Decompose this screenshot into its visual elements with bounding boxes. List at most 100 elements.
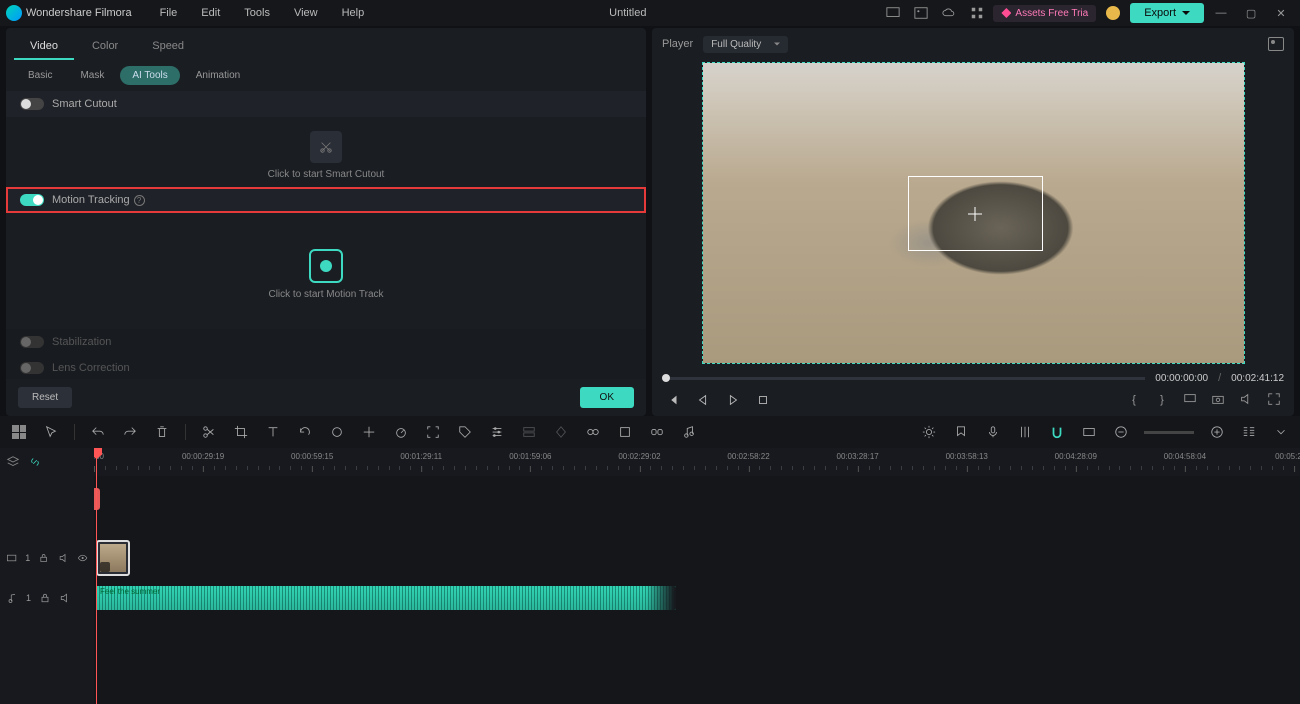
timeline-body[interactable]: 00:0000:00:29:1900:00:59:1500:01:29:1100… [94,448,1300,704]
audio-track-row[interactable]: Feel the summer [94,578,1300,618]
mixer-icon[interactable] [1016,423,1034,441]
group-icon[interactable] [584,423,602,441]
music-icon[interactable] [680,423,698,441]
text-icon[interactable] [264,423,282,441]
maximize-button[interactable]: ▢ [1238,7,1264,20]
motion-tracking-toggle[interactable] [20,194,44,206]
camera-icon[interactable] [1208,392,1228,409]
chain-icon[interactable] [648,423,666,441]
preview-viewport[interactable] [702,62,1245,364]
lens-correction-toggle[interactable] [20,362,44,374]
subtab-mask[interactable]: Mask [68,66,116,85]
pointer-tool-icon[interactable] [42,423,60,441]
smart-cutout-label: Smart Cutout [52,98,117,110]
smart-cutout-row: Smart Cutout [6,91,646,117]
color-icon[interactable] [328,423,346,441]
screen-icon[interactable] [881,4,905,22]
ruler-tick: 00:04:58:04 [1164,452,1206,461]
eye-icon[interactable] [77,552,88,564]
link-icon[interactable] [28,455,42,469]
menu-view[interactable]: View [284,7,328,19]
zoom-out-icon[interactable] [1112,423,1130,441]
stop-button[interactable] [752,390,774,410]
menu-edit[interactable]: Edit [191,7,230,19]
zoom-in-icon[interactable] [1208,423,1226,441]
mark-in-button[interactable]: { [1124,394,1144,406]
split-icon[interactable] [200,423,218,441]
mark-out-button[interactable]: } [1152,394,1172,406]
fullscreen-icon[interactable] [1264,392,1284,409]
mute-icon[interactable] [58,552,69,564]
redo-icon[interactable] [121,423,139,441]
layers-icon[interactable] [6,455,20,469]
undo-icon[interactable] [89,423,107,441]
tag-icon[interactable] [456,423,474,441]
frame-icon[interactable] [1080,423,1098,441]
reset-button[interactable]: Reset [18,387,72,408]
mute-icon[interactable] [59,592,71,604]
render-icon[interactable] [616,423,634,441]
minimize-button[interactable]: — [1208,7,1234,19]
smart-cutout-start[interactable]: Click to start Smart Cutout [6,123,646,187]
help-icon[interactable]: ? [134,195,145,206]
prev-frame-button[interactable] [662,390,684,410]
menu-file[interactable]: File [150,7,188,19]
motion-track-start[interactable]: Click to start Motion Track [6,219,646,329]
timeline-ruler[interactable]: 00:0000:00:29:1900:00:59:1500:01:29:1100… [94,448,1300,476]
focus-icon[interactable] [424,423,442,441]
apps-icon[interactable] [965,4,989,22]
video-clip[interactable] [96,540,130,576]
delete-icon[interactable] [153,423,171,441]
tab-video[interactable]: Video [14,34,74,60]
motion-track-box[interactable] [908,176,1043,251]
play-button[interactable] [722,390,744,410]
rotate-icon[interactable] [296,423,314,441]
snapshot-icon[interactable] [1268,37,1284,51]
quality-select[interactable]: Full Quality [703,36,788,53]
scrub-handle[interactable] [662,374,670,382]
adjust-icon[interactable] [488,423,506,441]
ok-button[interactable]: OK [580,387,634,408]
marker-icon[interactable] [952,423,970,441]
playhead[interactable] [96,448,97,704]
tab-speed[interactable]: Speed [136,34,200,60]
menu-tools[interactable]: Tools [234,7,280,19]
menu-help[interactable]: Help [332,7,375,19]
lock-icon[interactable] [39,592,51,604]
audio-clip[interactable]: Feel the summer [96,586,676,610]
effects-icon[interactable] [360,423,378,441]
lock-icon[interactable] [38,552,49,564]
gear-icon[interactable] [920,423,938,441]
ruler-tick: 00:01:59:06 [509,452,551,461]
export-button[interactable]: Export [1130,3,1204,23]
smart-cutout-toggle[interactable] [20,98,44,110]
subtab-animation[interactable]: Animation [184,66,252,85]
image-icon[interactable] [909,4,933,22]
ruler-tick: 00:02:29:02 [618,452,660,461]
display-icon[interactable] [1180,392,1200,409]
ruler-tick: 00:03:28:17 [836,452,878,461]
crop-icon[interactable] [232,423,250,441]
stabilization-toggle[interactable] [20,336,44,348]
detach-icon[interactable] [520,423,538,441]
chevron-down-icon[interactable] [1272,423,1290,441]
assets-trial-badge[interactable]: Assets Free Tria [993,5,1096,22]
keyframe-icon[interactable] [552,423,570,441]
cloud-icon[interactable] [937,4,961,22]
volume-icon[interactable] [1236,392,1256,409]
scrub-bar[interactable] [662,377,1145,380]
video-track-row[interactable] [94,538,1300,578]
subtab-basic[interactable]: Basic [16,66,64,85]
close-button[interactable]: ✕ [1268,7,1294,20]
tab-color[interactable]: Color [76,34,134,60]
grid-tool-icon[interactable] [10,423,28,441]
snap-icon[interactable] [1048,423,1066,441]
zoom-slider[interactable] [1144,431,1194,434]
account-icon[interactable] [1106,6,1120,20]
play-backward-button[interactable] [692,390,714,410]
speed-icon[interactable] [392,423,410,441]
subtab-ai-tools[interactable]: AI Tools [120,66,179,85]
audio-clip-label: Feel the summer [100,587,160,596]
mic-icon[interactable] [984,423,1002,441]
layout-icon[interactable] [1240,423,1258,441]
